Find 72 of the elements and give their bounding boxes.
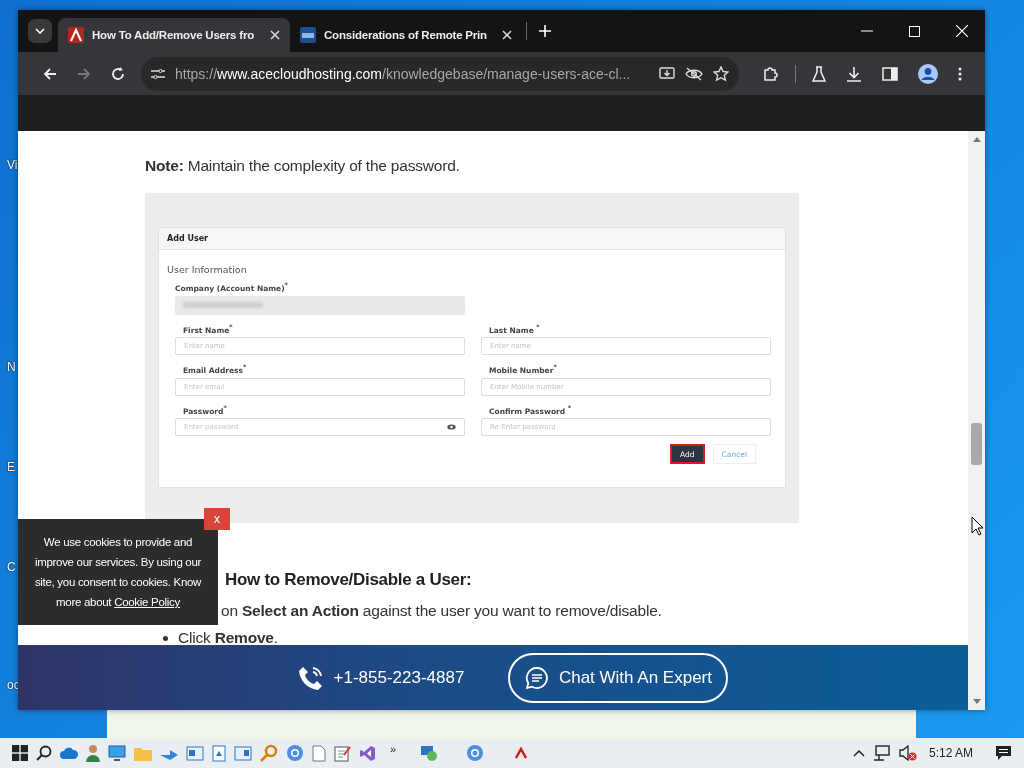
tab-search-button[interactable]	[28, 19, 52, 43]
browser-icon[interactable]	[466, 744, 485, 762]
scroll-thumb[interactable]	[971, 423, 982, 465]
remote-desktop-icon[interactable]	[420, 744, 439, 762]
browser-icon[interactable]	[286, 744, 304, 762]
desktop-icon-label[interactable]: Vi	[7, 158, 18, 172]
avatar-icon[interactable]	[918, 63, 938, 84]
step-text: Click Remove.	[178, 629, 278, 647]
scrollbar[interactable]	[968, 131, 985, 710]
site-info-icon[interactable]	[151, 67, 165, 80]
cookie-text: We use cookies to provide and improve our services. By using our site, you consent to cookies. Know more about Cookie Policy	[33, 535, 203, 610]
speaker-muted-icon[interactable]	[898, 745, 917, 761]
key-icon[interactable]	[260, 744, 278, 762]
close-button[interactable]: x	[204, 508, 230, 530]
window-icon[interactable]	[186, 745, 204, 761]
network-icon[interactable]	[872, 745, 891, 761]
browser-tab[interactable]: Considerations of Remote Prin	[290, 18, 522, 52]
overflow-chevron[interactable]: »	[390, 743, 397, 755]
eye-slash-icon[interactable]	[685, 66, 703, 81]
desktop-icon-label[interactable]: oc	[7, 678, 20, 692]
section-title: User Information	[167, 264, 248, 275]
phone-link[interactable]: +1-855-223-4887	[297, 664, 465, 691]
chat-icon	[524, 665, 549, 690]
install-icon[interactable]	[659, 66, 675, 81]
scroll-up-icon[interactable]	[972, 137, 981, 142]
desktop-icon-label[interactable]: C	[7, 560, 16, 574]
download-icon[interactable]	[846, 65, 862, 82]
cursor-icon	[971, 516, 984, 536]
file-icon[interactable]	[312, 744, 326, 762]
start-icon[interactable]	[12, 745, 28, 761]
document-icon[interactable]	[212, 744, 226, 762]
clock-text[interactable]: 5:12 AM	[928, 746, 973, 760]
star-icon[interactable]	[713, 65, 729, 82]
visual-studio-icon[interactable]	[359, 744, 376, 762]
person-icon[interactable]	[86, 744, 100, 762]
bullet-icon	[163, 635, 168, 641]
back-icon[interactable]	[43, 66, 57, 81]
step-heading: How to Remove/Disable a User:	[225, 570, 473, 590]
desktop-icon-label[interactable]: E	[7, 460, 15, 474]
close-icon[interactable]	[502, 30, 512, 40]
desktop-icon-label[interactable]: N	[7, 360, 16, 374]
new-tab-icon[interactable]	[539, 25, 551, 37]
cloud-icon[interactable]	[60, 747, 78, 759]
notepad-icon[interactable]	[334, 744, 351, 762]
favicon-icon	[300, 27, 316, 43]
phone-icon	[297, 664, 324, 691]
close-icon[interactable]	[270, 30, 280, 40]
reload-icon[interactable]	[111, 66, 125, 81]
flask-icon[interactable]	[812, 65, 826, 82]
chevron-down-icon	[35, 28, 45, 34]
scroll-down-icon[interactable]	[972, 699, 981, 704]
eye-icon[interactable]	[447, 424, 456, 430]
url-text: https://www.acecloudhosting.com/knowledgebase/manage-users-ace-cl...	[175, 65, 632, 82]
favicon-icon	[68, 27, 84, 43]
menu-icon[interactable]	[958, 66, 962, 81]
notification-icon[interactable]	[995, 745, 1012, 761]
search-icon[interactable]	[36, 745, 52, 761]
window-icon[interactable]	[234, 745, 252, 761]
step-text: on Select an Action against the user you want to remove/disable.	[221, 602, 662, 620]
monitor-icon[interactable]	[108, 745, 126, 761]
cookie-policy-link[interactable]: Cookie Policy	[114, 596, 180, 608]
side-panel-icon[interactable]	[882, 66, 898, 81]
maximize-icon[interactable]	[909, 25, 920, 37]
panel-title: Add User	[167, 234, 209, 243]
browser-tab[interactable]: How To Add/Remove Users fro	[58, 18, 290, 52]
chevron-up-icon[interactable]	[852, 749, 865, 757]
forward-icon[interactable]	[77, 66, 91, 81]
puzzle-icon[interactable]	[763, 65, 779, 82]
app-icon[interactable]	[512, 744, 531, 762]
chat-button[interactable]: Chat With An Expert	[508, 652, 729, 703]
address-field[interactable]: https://www.acecloudhosting.com/knowledgebase/manage-users-ace-cl...	[141, 56, 739, 91]
note-text: Note: Maintain the complexity of the password.	[145, 157, 461, 175]
